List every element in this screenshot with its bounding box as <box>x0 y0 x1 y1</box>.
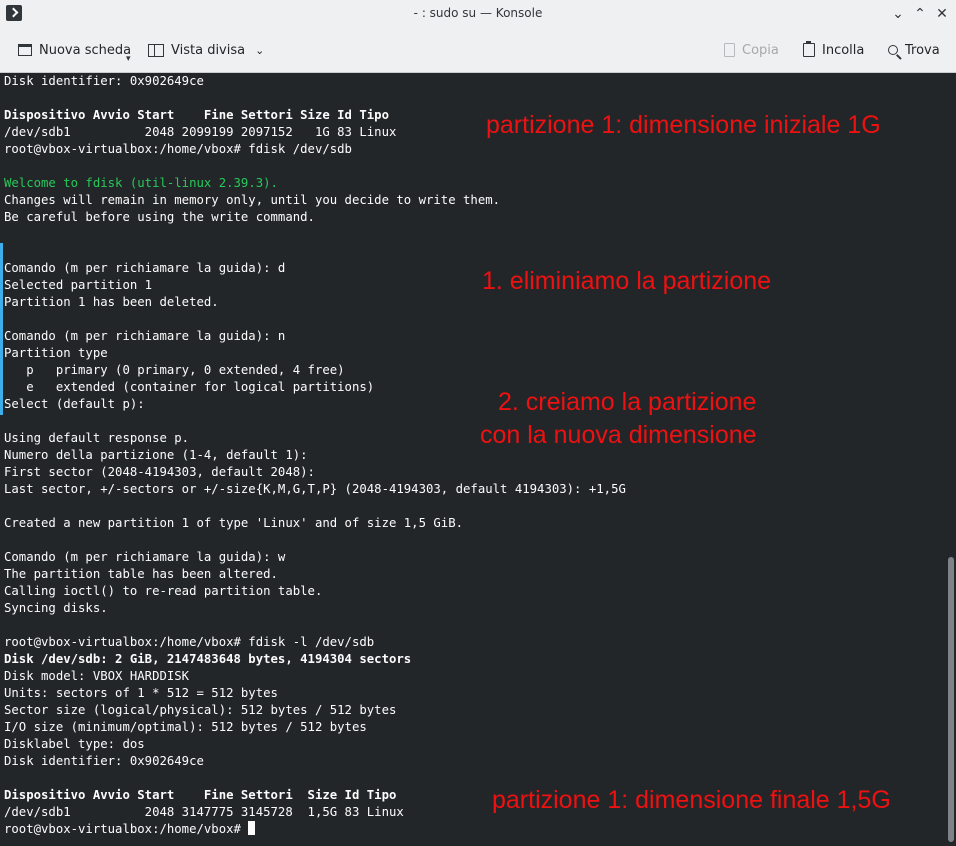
terminal-line: The partition table has been altered. <box>4 567 278 581</box>
terminal-lines: Disk identifier: 0x902649ce Dispositivo A… <box>4 73 626 838</box>
terminal-line: I/O size (minimum/optimal): 512 bytes / … <box>4 720 367 734</box>
terminal-line: p primary (0 primary, 0 extended, 4 free… <box>4 363 345 377</box>
new-tab-dropdown-icon[interactable]: ▾ <box>126 54 131 64</box>
terminal-line: Calling ioctl() to re-read partition tab… <box>4 584 323 598</box>
search-icon <box>888 45 898 55</box>
terminal-scrollbar[interactable] <box>946 73 956 846</box>
terminal-line: Disk /dev/sdb: 2 GiB, 2147483648 bytes, … <box>4 652 412 666</box>
terminal-prompt-line: root@vbox-virtualbox:/home/vbox# <box>4 821 626 838</box>
window-title: - : sudo su — Konsole <box>413 6 543 20</box>
copy-icon <box>724 43 735 57</box>
close-icon[interactable]: ✕ <box>932 4 952 24</box>
terminal-line: Created a new partition 1 of type 'Linux… <box>4 516 464 530</box>
new-tab-button[interactable]: Nuova scheda <box>18 28 131 72</box>
terminal-line: Be careful before using the write comman… <box>4 210 315 224</box>
annotation-step-create-2: con la nuova dimensione <box>480 421 757 449</box>
terminal-line: Disk model: VBOX HARDDISK <box>4 669 190 683</box>
find-button[interactable]: Trova <box>888 28 940 72</box>
terminal-line: Units: sectors of 1 * 512 = 512 bytes <box>4 686 278 700</box>
terminal-line: Partition type <box>4 346 108 360</box>
terminal-line: Welcome to fdisk (util-linux 2.39.3). <box>4 176 278 190</box>
paste-button[interactable]: Incolla <box>803 28 864 72</box>
minimize-icon[interactable]: ⌄ <box>888 4 908 24</box>
split-view-icon <box>148 43 164 57</box>
scrollbar-thumb[interactable] <box>948 557 954 842</box>
terminal-line: First sector (2048-4194303, default 2048… <box>4 465 315 479</box>
annotation-step-delete: 1. eliminiamo la partizione <box>482 267 772 295</box>
toolbar: Nuova scheda ▾ Vista divisa ⌄ Copia Inco… <box>0 28 956 73</box>
terminal-line: Changes will remain in memory only, unti… <box>4 193 501 207</box>
terminal-output[interactable]: Disk identifier: 0x902649ce Dispositivo A… <box>0 73 946 846</box>
terminal-line: root@vbox-virtualbox:/home/vbox# fdisk -… <box>4 635 375 649</box>
split-view-button[interactable]: Vista divisa ⌄ <box>148 28 264 72</box>
terminal-line: Disk identifier: 0x902649ce <box>4 74 204 88</box>
terminal-line: Disk identifier: 0x902649ce <box>4 754 204 768</box>
copy-button[interactable]: Copia <box>724 28 779 72</box>
chevron-down-icon: ⌄ <box>255 43 265 57</box>
terminal-line: Comando (m per richiamare la guida): n <box>4 329 286 343</box>
command-marker-bar <box>0 243 3 415</box>
terminal-line: root@vbox-virtualbox:/home/vbox# fdisk /… <box>4 142 352 156</box>
find-label: Trova <box>905 42 940 58</box>
new-tab-label: Nuova scheda <box>39 42 132 58</box>
paste-label: Incolla <box>822 42 865 58</box>
copy-label: Copia <box>742 42 779 58</box>
annotation-initial-size: partizione 1: dimensione iniziale 1G <box>486 111 881 139</box>
annotation-step-create-1: 2. creiamo la partizione <box>498 388 757 416</box>
terminal-line: Sector size (logical/physical): 512 byte… <box>4 703 397 717</box>
text-cursor <box>248 821 256 835</box>
maximize-icon[interactable]: ⌃ <box>910 4 930 24</box>
annotation-final-size: partizione 1: dimensione finale 1,5G <box>492 786 891 814</box>
terminal-line: Last sector, +/-sectors or +/-size{K,M,G… <box>4 482 626 496</box>
title-bar: - : sudo su — Konsole ⌄ ⌃ ✕ <box>0 0 956 28</box>
split-view-label: Vista divisa <box>171 42 246 58</box>
new-tab-icon <box>18 44 32 56</box>
terminal-line: Disklabel type: dos <box>4 737 145 751</box>
terminal-line: Syncing disks. <box>4 601 108 615</box>
terminal-line: Comando (m per richiamare la guida): w <box>4 550 286 564</box>
terminal-prompt: root@vbox-virtualbox:/home/vbox# <box>4 822 249 836</box>
paste-icon <box>803 41 815 57</box>
